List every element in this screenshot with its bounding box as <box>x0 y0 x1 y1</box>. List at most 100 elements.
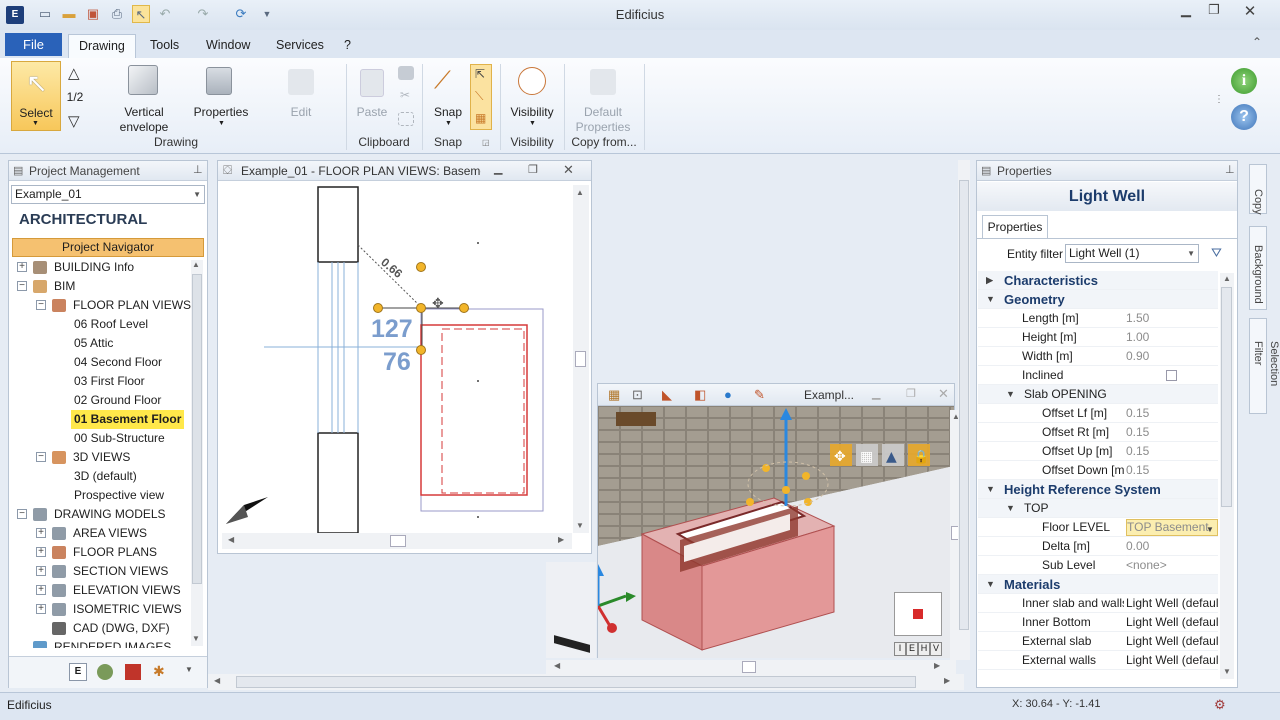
orbit-icon[interactable]: ◣ <box>662 387 672 403</box>
scroll-right-icon[interactable]: ▶ <box>558 535 564 544</box>
tree-item[interactable]: 06 Roof Level <box>9 315 191 334</box>
tab-services[interactable]: Services <box>266 34 334 56</box>
project-dropdown[interactable]: Example_01 ▼ <box>11 185 205 204</box>
property-subsection[interactable]: ▼ Slab OPENING <box>978 385 1218 404</box>
property-row[interactable]: Width [m] 0.90 <box>978 347 1218 366</box>
section-box-icon[interactable]: ◧ <box>694 387 706 403</box>
tree-item[interactable]: + AREA VIEWS <box>9 524 191 543</box>
tree-item[interactable]: CAD (DWG, DXF) <box>9 619 191 638</box>
tree-item[interactable]: − DRAWING MODELS <box>9 505 191 524</box>
scroll-down-icon[interactable]: ▼ <box>1223 667 1231 676</box>
entity-filter-dropdown[interactable]: Light Well (1) ▼ <box>1065 244 1199 263</box>
tab-help[interactable]: ? <box>334 34 361 56</box>
property-row[interactable]: Inner slab and walls Light Well (default <box>978 594 1218 613</box>
scroll-left-icon[interactable]: ◀ <box>554 661 560 670</box>
project-navigator-header[interactable]: Project Navigator <box>12 238 204 257</box>
select-button[interactable]: ↖ Select ▼ <box>11 61 61 131</box>
main-vertical-scrollbar[interactable] <box>958 160 970 660</box>
app-small-icon[interactable]: E <box>69 663 87 681</box>
help-icon[interactable]: ? <box>1231 104 1257 130</box>
minimize-icon[interactable]: ▁ <box>872 387 880 400</box>
property-value[interactable]: 1.50 <box>1126 309 1218 328</box>
collapse-icon[interactable]: − <box>17 509 27 519</box>
tree-item[interactable]: − 3D VIEWS <box>9 448 191 467</box>
tree-item[interactable]: Prospective view <box>9 486 191 505</box>
snap-line-icon[interactable]: ⟍ <box>475 89 483 104</box>
scroll-thumb[interactable] <box>575 351 586 367</box>
edit-button[interactable]: Edit <box>272 61 330 133</box>
property-value[interactable]: 0.00 <box>1126 537 1218 556</box>
select-all-icon[interactable] <box>398 112 414 126</box>
scroll-up-icon[interactable]: ▲ <box>576 188 584 197</box>
property-row[interactable]: Inner Bottom Light Well (default <box>978 613 1218 632</box>
tree-item[interactable]: 03 First Floor <box>9 372 191 391</box>
tree-item[interactable]: 04 Second Floor <box>9 353 191 372</box>
property-section[interactable]: ▼ Height Reference System <box>978 480 1218 499</box>
filter-settings-icon[interactable]: ⛛ <box>1211 245 1222 261</box>
view-vertical-button[interactable]: V <box>930 642 942 656</box>
tree-item[interactable]: + FLOOR PLANS <box>9 543 191 562</box>
property-value[interactable]: Light Well (default <box>1126 651 1218 670</box>
scroll-thumb[interactable] <box>1221 287 1232 507</box>
property-subsection[interactable]: ▼ TOP <box>978 499 1218 518</box>
property-row[interactable]: External walls Light Well (default <box>978 651 1218 670</box>
scroll-right-icon[interactable]: ▶ <box>934 661 940 670</box>
property-row[interactable]: Sub Level <none> <box>978 556 1218 575</box>
more-icon[interactable]: ⋮ <box>1214 94 1224 105</box>
expand-icon[interactable]: + <box>36 528 46 538</box>
property-value[interactable]: 0.90 <box>1126 347 1218 366</box>
property-row[interactable]: External slab Light Well (default <box>978 632 1218 651</box>
property-row[interactable]: Floor LEVEL TOP Basement ▼ <box>978 518 1218 537</box>
view-horizontal-button[interactable]: H <box>918 642 930 656</box>
property-value[interactable]: TOP Basement <box>1126 519 1218 536</box>
property-value[interactable]: <none> <box>1126 556 1218 575</box>
tab-drawing[interactable]: Drawing <box>68 34 136 59</box>
cut-icon[interactable]: ✂ <box>400 88 410 102</box>
property-row[interactable]: Height [m] 1.00 <box>978 328 1218 347</box>
property-section[interactable]: ▶ Characteristics <box>978 271 1218 290</box>
close-icon[interactable]: ✕ <box>1236 2 1264 22</box>
property-value[interactable]: Light Well (default <box>1126 613 1218 632</box>
scroll-left-icon[interactable]: ◀ <box>214 676 220 685</box>
maximize-icon[interactable]: ❐ <box>528 163 538 176</box>
horizontal-scrollbar[interactable]: ◀ ▶ <box>222 533 572 549</box>
vertical-envelope-button[interactable]: Vertical envelope <box>110 61 178 134</box>
brush-icon[interactable]: ✎ <box>754 387 765 403</box>
minimize-icon[interactable]: ▁ <box>1172 2 1200 22</box>
inclined-checkbox[interactable] <box>1166 370 1177 381</box>
tab-tools[interactable]: Tools <box>140 34 189 56</box>
close-icon[interactable]: ✕ <box>563 162 574 178</box>
property-value[interactable]: 1.00 <box>1126 328 1218 347</box>
triangle-down-icon[interactable]: ▽ <box>68 112 80 130</box>
property-row[interactable]: Offset Up [m] 0.15 <box>978 442 1218 461</box>
3d-horizontal-scrollbar[interactable]: ◀ ▶ <box>546 660 956 674</box>
chevron-down-icon[interactable]: ▼ <box>185 665 193 674</box>
property-section[interactable]: ▼ Materials <box>978 575 1218 594</box>
tree-item[interactable]: + BUILDING Info <box>9 258 191 277</box>
expand-icon[interactable]: + <box>36 547 46 557</box>
collapse-icon[interactable]: − <box>36 452 46 462</box>
snap-button[interactable]: ⟋ Snap ▼ <box>428 61 468 133</box>
side-tab-selection-filter[interactable]: Selection Filter <box>1249 318 1280 414</box>
status-settings-icon[interactable]: ⚙ <box>1214 697 1232 715</box>
property-value[interactable]: Light Well (default <box>1126 632 1218 651</box>
snap-endpoint-icon[interactable]: ⇱ <box>475 67 485 81</box>
tree-item[interactable]: 00 Sub-Structure <box>9 429 191 448</box>
property-value[interactable]: 0.15 <box>1126 461 1218 480</box>
collapse-icon[interactable]: ▼ <box>1006 385 1015 404</box>
view-elevation-button[interactable]: E <box>906 642 918 656</box>
property-value[interactable]: 0.15 <box>1126 442 1218 461</box>
collapse-ribbon-icon[interactable]: ⌃ <box>1252 35 1262 49</box>
tree-item[interactable]: 3D (default) <box>9 467 191 486</box>
collapse-icon[interactable]: − <box>17 281 27 291</box>
viewcube[interactable] <box>894 592 942 636</box>
tree-item[interactable]: 02 Ground Floor <box>9 391 191 410</box>
collapse-icon[interactable]: ▼ <box>1006 499 1015 518</box>
property-value[interactable]: 0.15 <box>1126 404 1218 423</box>
visibility-button[interactable]: Visibility ▼ <box>506 61 558 133</box>
expand-icon[interactable]: + <box>36 585 46 595</box>
default-properties-button[interactable]: Default Properties <box>570 61 636 134</box>
scroll-up-icon[interactable]: ▲ <box>1223 274 1231 283</box>
tab-properties[interactable]: Properties <box>982 215 1048 239</box>
collapse-icon[interactable]: ▼ <box>986 290 995 309</box>
